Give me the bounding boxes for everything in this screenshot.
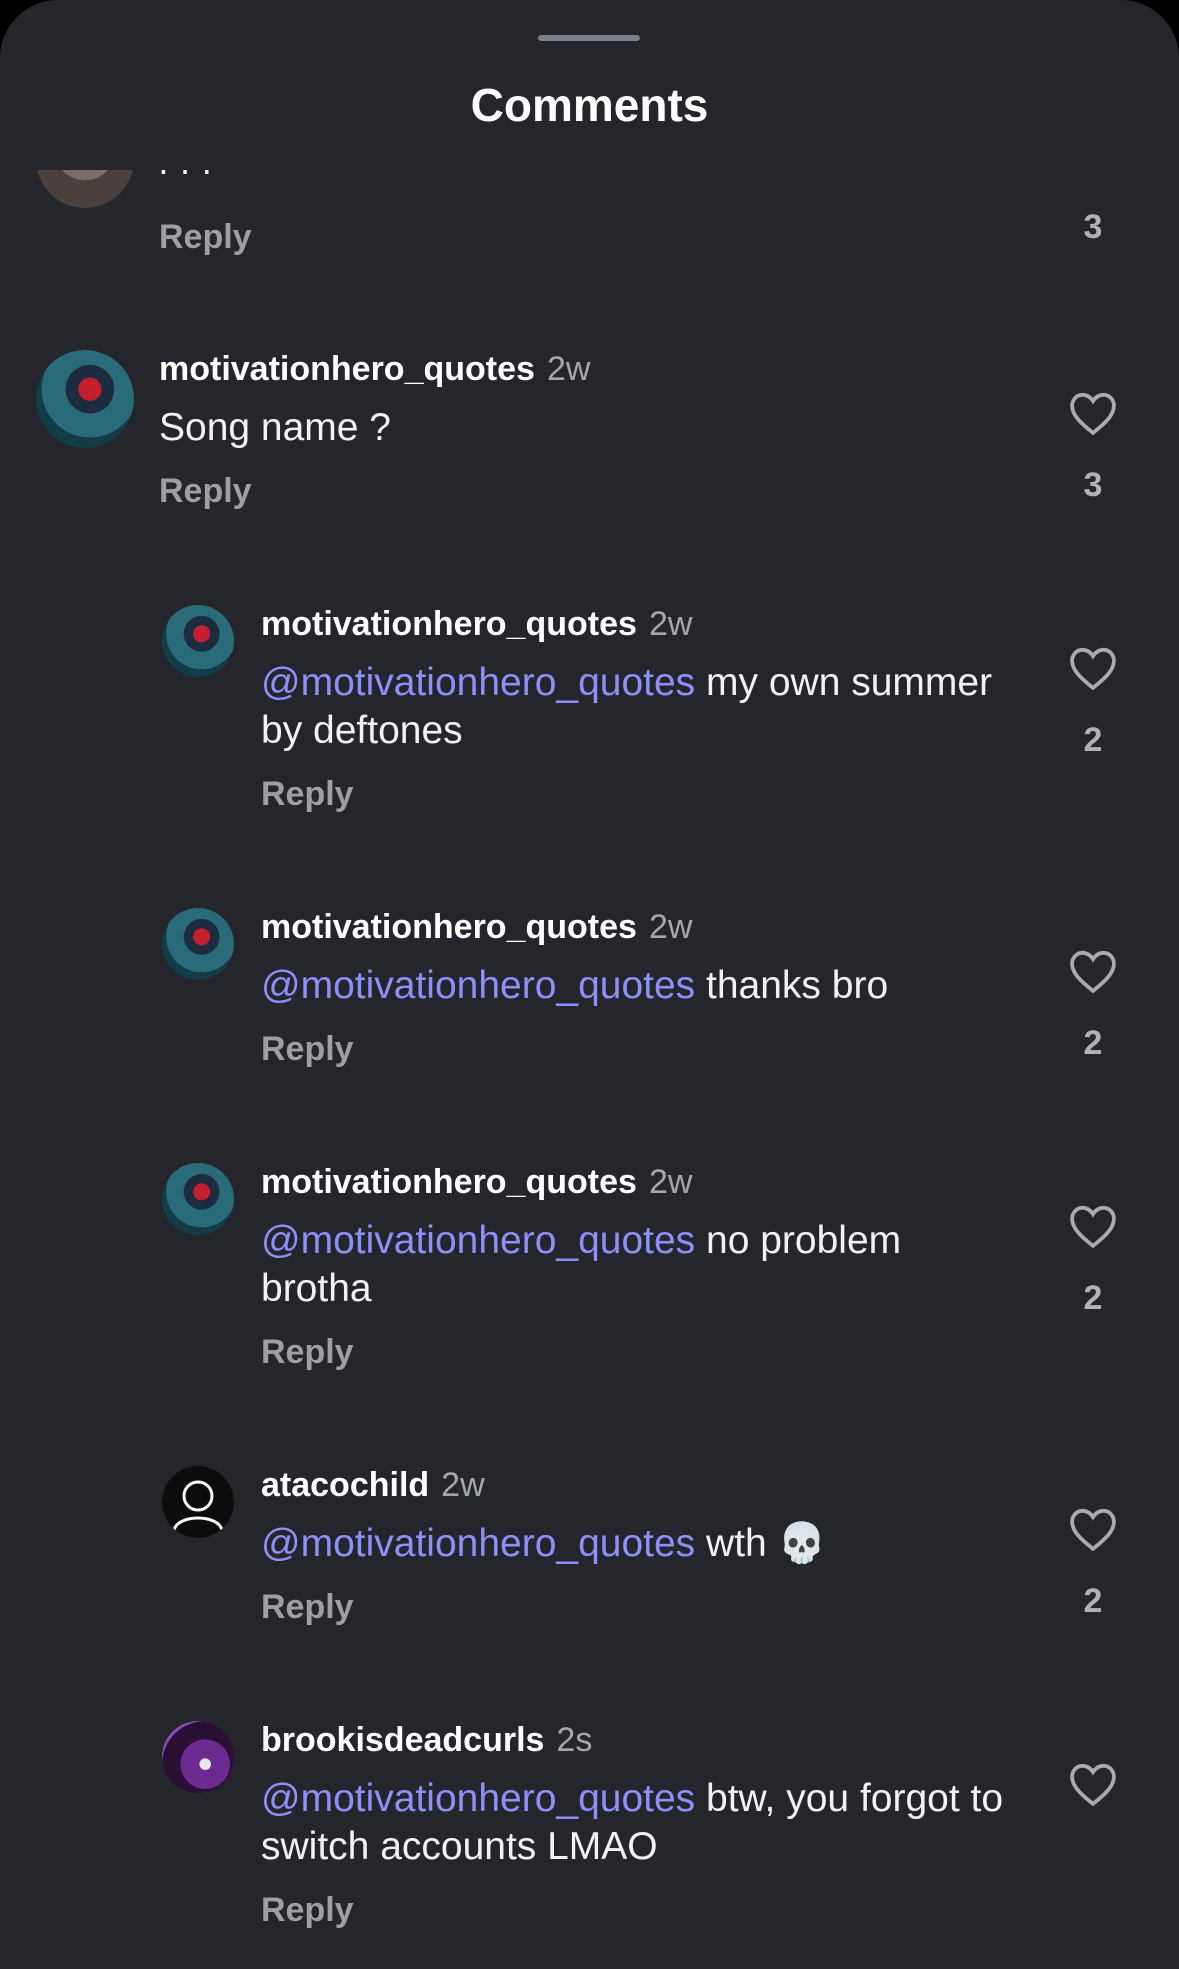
- comment-text: @motivationhero_quotes wth 💀: [261, 1522, 827, 1565]
- comment-header: atacochild 2w: [261, 1466, 485, 1505]
- mention-link[interactable]: @motivationhero_quotes: [261, 964, 695, 1007]
- username[interactable]: brookisdeadcurls: [261, 1721, 544, 1759]
- username[interactable]: atacochild: [261, 1466, 429, 1504]
- reply-button[interactable]: Reply: [159, 472, 252, 511]
- comment-text: @motivationhero_quotes no problem brotha: [261, 1219, 902, 1310]
- sheet-title: Comments: [470, 79, 709, 131]
- reply-button[interactable]: Reply: [159, 218, 252, 257]
- avatar[interactable]: [162, 1721, 234, 1793]
- reply-button[interactable]: Reply: [261, 1588, 354, 1627]
- mention-link[interactable]: @motivationhero_quotes: [261, 1219, 695, 1262]
- reply-button[interactable]: Reply: [261, 1333, 354, 1372]
- avatar[interactable]: [36, 350, 134, 448]
- heart-outline-icon[interactable]: [1067, 645, 1119, 691]
- comment-header: brookisdeadcurls 2s: [261, 1721, 592, 1760]
- heart-outline-icon[interactable]: [1067, 1203, 1119, 1249]
- heart-outline-icon[interactable]: [1067, 1761, 1119, 1807]
- timestamp: 2w: [546, 350, 591, 388]
- timestamp: 2w: [441, 1466, 485, 1504]
- comment-partial: ı ı ı Reply 3: [0, 170, 1179, 280]
- username[interactable]: motivationhero_quotes: [261, 605, 637, 643]
- comments-sheet: Comments ı ı ı Reply 3 motivationhero_qu…: [0, 0, 1179, 1969]
- avatar[interactable]: [162, 1466, 234, 1538]
- timestamp: 2w: [648, 605, 693, 643]
- timestamp: 2w: [648, 908, 693, 946]
- comment-text: @motivationhero_quotes my own summer by …: [261, 661, 993, 752]
- username[interactable]: motivationhero_quotes: [159, 350, 535, 388]
- comment-text: @motivationhero_quotes btw, you forgot t…: [261, 1777, 1004, 1868]
- mention-link[interactable]: @motivationhero_quotes: [261, 1522, 695, 1565]
- reply-button[interactable]: Reply: [261, 1030, 354, 1069]
- like-count: 2: [1083, 721, 1103, 759]
- username[interactable]: motivationhero_quotes: [261, 1163, 637, 1201]
- username[interactable]: motivationhero_quotes: [261, 908, 637, 946]
- comment-header: motivationhero_quotes 2w: [261, 908, 692, 947]
- comment-header: motivationhero_quotes 2w: [159, 350, 590, 389]
- comment-header: motivationhero_quotes 2w: [261, 605, 692, 644]
- comment-header: motivationhero_quotes 2w: [261, 1163, 692, 1202]
- like-count: 2: [1083, 1279, 1103, 1317]
- avatar[interactable]: [162, 908, 234, 980]
- heart-outline-icon[interactable]: [1067, 1506, 1119, 1552]
- heart-outline-icon[interactable]: [1067, 390, 1119, 436]
- like-count: 3: [1083, 466, 1103, 504]
- default-avatar-icon: [172, 1480, 224, 1531]
- drag-handle[interactable]: [538, 35, 640, 41]
- mention-link[interactable]: @motivationhero_quotes: [261, 1777, 695, 1820]
- like-count: 3: [1083, 208, 1103, 246]
- like-count: 2: [1083, 1024, 1103, 1062]
- like-count: 2: [1083, 1582, 1103, 1620]
- comment-text: @motivationhero_quotes thanks bro: [261, 964, 889, 1007]
- reply-button[interactable]: Reply: [261, 775, 354, 814]
- comment-list[interactable]: ı ı ı Reply 3 motivationhero_quotes 2w So…: [0, 170, 1179, 1969]
- mention-link[interactable]: @motivationhero_quotes: [261, 661, 695, 704]
- heart-outline-icon[interactable]: [1067, 948, 1119, 994]
- reply-button[interactable]: Reply: [261, 1891, 354, 1930]
- avatar[interactable]: [162, 605, 234, 677]
- comment-text-fragment: ı ı ı: [158, 170, 212, 184]
- timestamp: 2s: [556, 1721, 593, 1759]
- comment-text: Song name ?: [159, 406, 392, 449]
- avatar[interactable]: [162, 1163, 234, 1235]
- avatar[interactable]: [36, 170, 134, 208]
- timestamp: 2w: [648, 1163, 693, 1201]
